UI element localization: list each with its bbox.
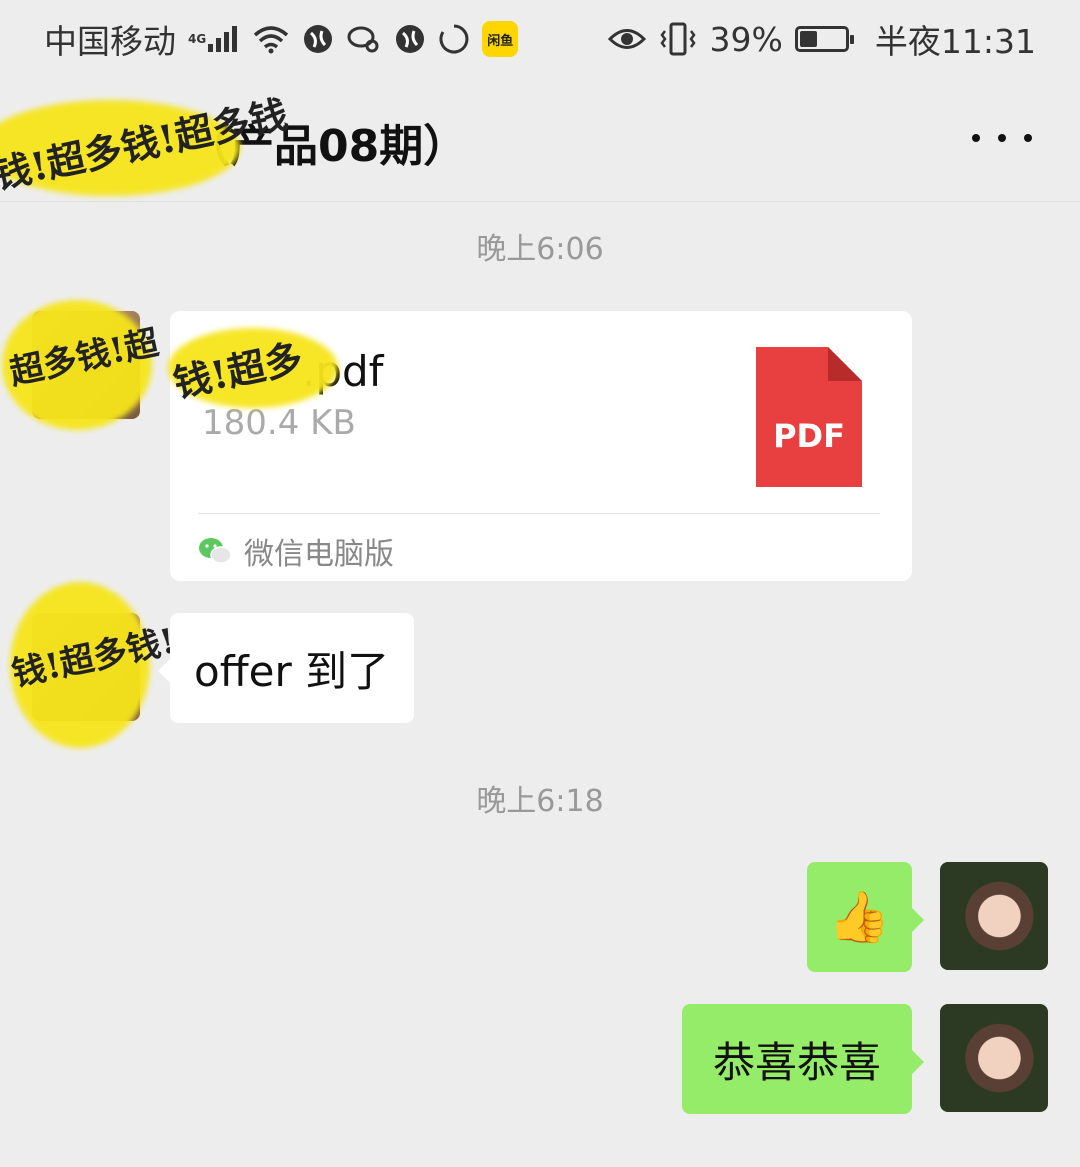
message-bubble[interactable]: 恭喜恭喜 xyxy=(682,1004,924,1114)
browser-notification-icon xyxy=(302,23,334,55)
network-type-label: 4G xyxy=(188,32,207,46)
file-source-label: 微信电脑版 xyxy=(244,537,394,572)
more-dot-icon xyxy=(972,134,980,142)
card-divider xyxy=(198,513,880,514)
chat-notification-icon xyxy=(346,24,382,54)
message-timestamp: 晚上6:06 xyxy=(476,232,604,267)
vibrate-icon xyxy=(658,22,698,56)
thumbs-up-icon: 👍 xyxy=(828,887,891,946)
cellular-signal-icon: 4G xyxy=(188,24,240,54)
more-options-button[interactable] xyxy=(972,118,1032,158)
carrier-label: 中国移动 xyxy=(44,22,176,61)
emoji-message-bubble[interactable]: 👍 xyxy=(807,862,924,972)
more-dot-icon xyxy=(1024,134,1032,142)
file-size: 180.4 KB xyxy=(202,403,356,443)
battery-icon xyxy=(794,26,854,52)
pdf-file-icon: PDF xyxy=(756,347,862,487)
message-bubble[interactable]: offer 到了 xyxy=(158,613,414,723)
wechat-icon xyxy=(198,537,232,565)
file-source: 微信电脑版 xyxy=(198,529,394,573)
chat-header: （产品08期） 钱!超多钱!超多钱 xyxy=(0,78,1080,202)
status-bar-left: 中国移动 4G 闲鱼 xyxy=(44,15,519,63)
battery-percent: 39% xyxy=(709,19,783,59)
pdf-label: PDF xyxy=(773,417,845,455)
self-avatar[interactable] xyxy=(940,1004,1048,1112)
browser-notification-icon-2 xyxy=(394,23,426,55)
wifi-icon xyxy=(252,24,290,54)
clock: 半夜11:31 xyxy=(874,22,1036,61)
message-text: offer 到了 xyxy=(194,646,390,696)
xianyu-app-icon: 闲鱼 xyxy=(482,21,519,57)
more-dot-icon xyxy=(998,134,1006,142)
battery-fill xyxy=(799,31,817,47)
message-timestamp: 晚上6:18 xyxy=(476,784,604,819)
message-text: 恭喜恭喜 xyxy=(712,1037,881,1087)
status-bar: 中国移动 4G 闲鱼 39% 半夜11:31 xyxy=(0,0,1080,78)
eye-icon xyxy=(607,26,646,52)
loading-ring-icon xyxy=(438,23,470,55)
status-bar-right: 39% 半夜11:31 xyxy=(607,15,1036,63)
self-avatar[interactable] xyxy=(940,862,1048,970)
